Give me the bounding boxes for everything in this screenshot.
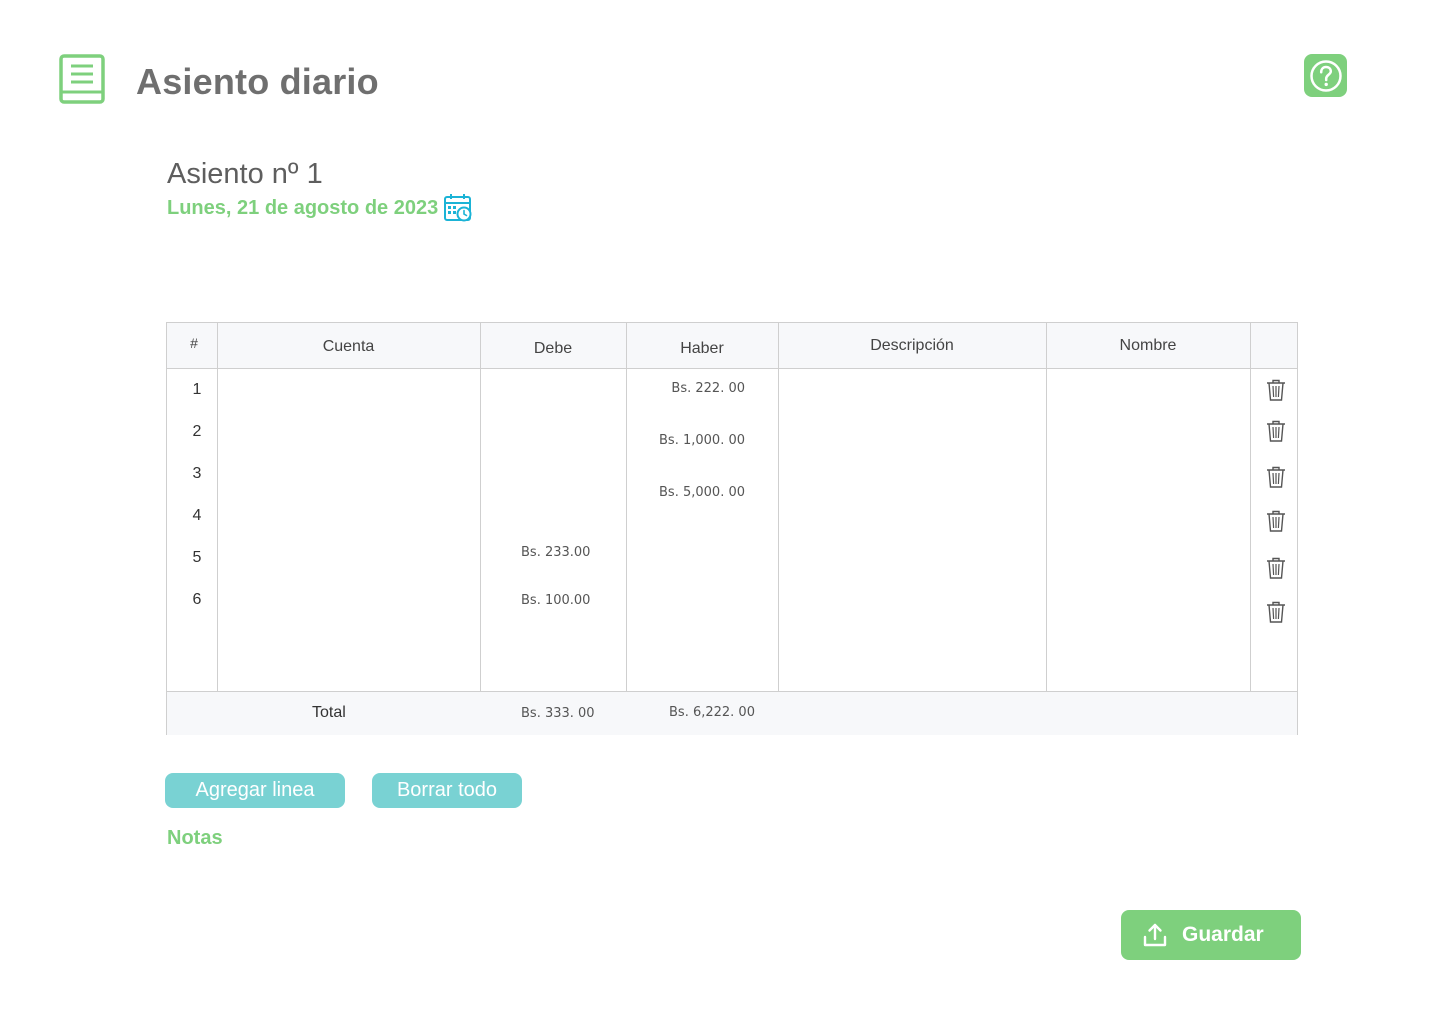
trash-icon[interactable] [1265, 378, 1287, 402]
trash-icon[interactable] [1265, 600, 1287, 624]
trash-icon[interactable] [1265, 465, 1287, 489]
entry-date: Lunes, 21 de agosto de 2023 [167, 197, 439, 219]
column-divider [1046, 323, 1047, 692]
row-number: 1 [192, 381, 202, 398]
upload-icon [1143, 923, 1167, 947]
column-header-descripcion: Descripción [870, 337, 954, 354]
column-divider [1250, 323, 1251, 692]
book-icon [59, 54, 105, 104]
ledger-table: # Cuenta Debe Haber Descripción Nombre 1… [166, 322, 1298, 735]
add-line-button[interactable]: Agregar linea [165, 773, 345, 808]
column-header-number: # [190, 335, 198, 351]
save-button[interactable]: Guardar [1121, 910, 1301, 960]
page-title: Asiento diario [136, 61, 379, 102]
debe-cell[interactable]: Bs. 233.00 [521, 545, 590, 560]
row-number: 2 [192, 423, 202, 440]
column-divider [480, 323, 481, 692]
row-number: 4 [192, 507, 202, 524]
calendar-clock-icon[interactable] [443, 193, 473, 223]
total-label: Total [312, 704, 346, 721]
column-divider [778, 323, 779, 692]
save-label: Guardar [1182, 923, 1264, 946]
entry-title: Asiento nº 1 [167, 158, 323, 190]
total-debe: Bs. 333. 00 [521, 706, 595, 721]
column-divider [626, 323, 627, 692]
trash-icon[interactable] [1265, 556, 1287, 580]
haber-cell[interactable]: Bs. 5,000. 00 [626, 485, 745, 500]
total-haber: Bs. 6,222. 00 [669, 705, 755, 720]
help-button[interactable] [1304, 54, 1347, 97]
column-header-nombre: Nombre [1119, 337, 1177, 354]
question-circle-icon [1309, 59, 1342, 92]
haber-cell[interactable]: Bs. 222. 00 [626, 381, 745, 396]
row-number: 6 [192, 591, 202, 608]
column-header-haber: Haber [680, 340, 724, 357]
column-header-debe: Debe [533, 340, 573, 357]
trash-icon[interactable] [1265, 509, 1287, 533]
row-number: 5 [192, 549, 202, 566]
debe-cell[interactable]: Bs. 100.00 [521, 593, 590, 608]
clear-all-button[interactable]: Borrar todo [372, 773, 522, 808]
row-number: 3 [192, 465, 202, 482]
trash-icon[interactable] [1265, 419, 1287, 443]
column-header-cuenta: Cuenta [322, 338, 375, 355]
haber-cell[interactable]: Bs. 1,000. 00 [626, 433, 745, 448]
notes-label: Notas [167, 827, 223, 849]
